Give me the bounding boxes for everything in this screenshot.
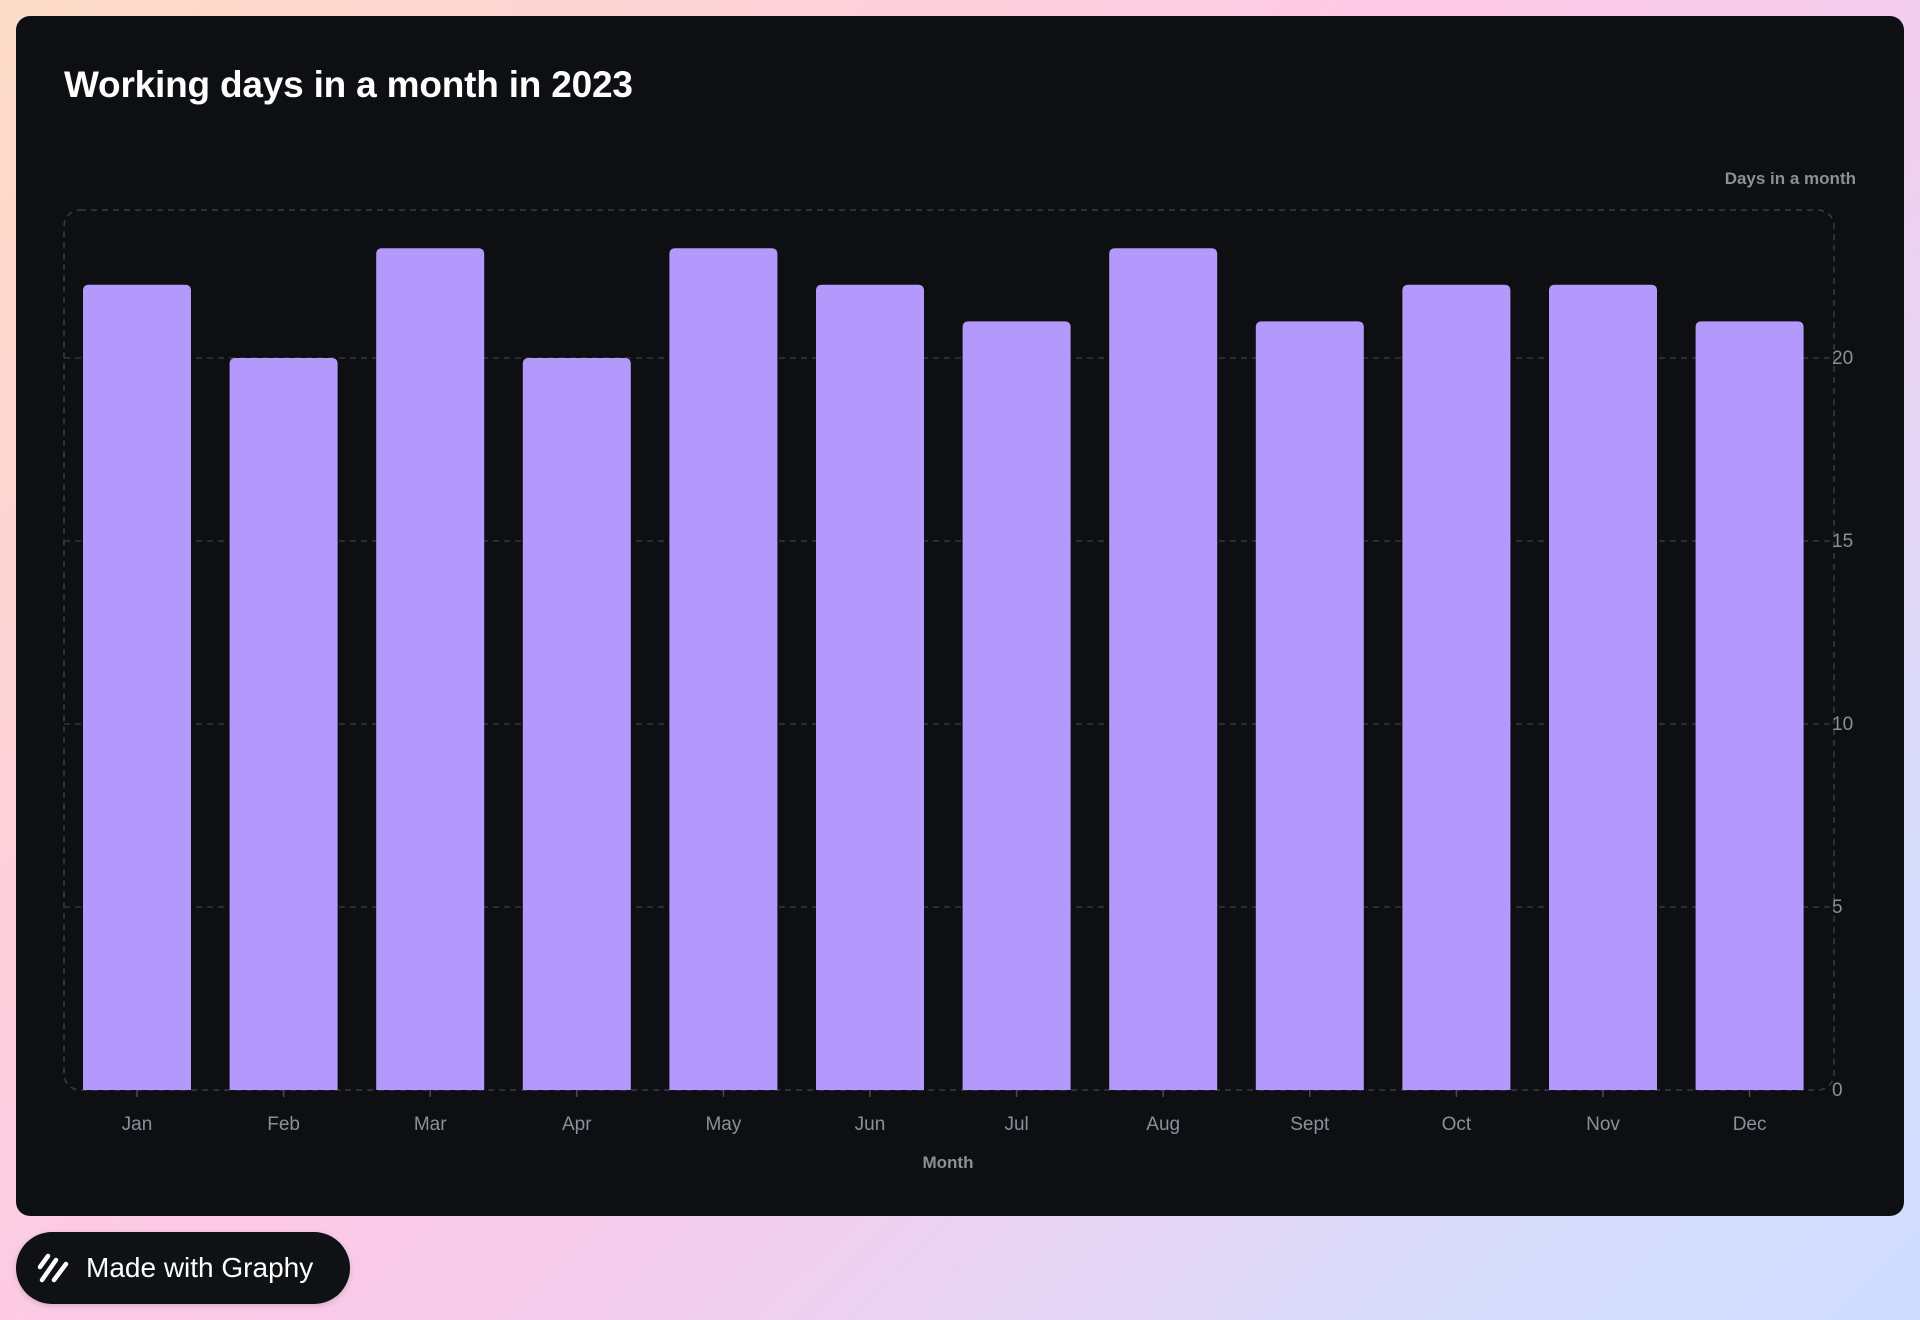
x-tick-label: Sept: [1290, 1114, 1330, 1135]
bar-oct[interactable]: [1402, 284, 1511, 1090]
y-tick-label: 5: [1832, 897, 1843, 918]
x-tick-label: Mar: [414, 1114, 447, 1135]
x-tick-label: Aug: [1146, 1114, 1180, 1135]
x-tick-label: Oct: [1442, 1114, 1472, 1135]
y-tick-label: 0: [1832, 1080, 1843, 1101]
bar-nov[interactable]: [1549, 284, 1657, 1090]
bar-chart: Jan Feb Mar Apr May Jun Jul Aug Sept Oct Nov Dec 0 5…: [63, 169, 1856, 1172]
x-tick-label: May: [705, 1114, 741, 1135]
bar-dec[interactable]: [1695, 321, 1804, 1090]
graphy-logo-icon: [37, 1253, 69, 1283]
y-tick-label: 20: [1832, 348, 1853, 369]
x-axis-label: Month: [923, 1153, 974, 1172]
x-tick-label: Nov: [1586, 1114, 1620, 1135]
bar-jul[interactable]: [962, 321, 1071, 1090]
bar-jan[interactable]: [83, 284, 191, 1090]
x-axis-ticks: Jan Feb Mar Apr May Jun Jul Aug Sept Oct Nov Dec: [122, 1090, 1767, 1135]
y-axis-label: Days in a month: [1725, 169, 1856, 188]
bar-may[interactable]: [669, 248, 778, 1090]
badge-label: Made with Graphy: [86, 1252, 314, 1283]
bar-jun[interactable]: [816, 284, 924, 1090]
bar-apr[interactable]: [522, 358, 631, 1090]
x-tick-label: Jul: [1004, 1114, 1028, 1135]
x-tick-label: Dec: [1733, 1114, 1767, 1135]
x-tick-label: Apr: [562, 1114, 592, 1135]
y-tick-label: 15: [1832, 531, 1853, 552]
bar-feb[interactable]: [229, 358, 338, 1090]
y-axis-ticks: 0 5 10 15 20: [1832, 348, 1853, 1101]
bar-aug[interactable]: [1109, 248, 1218, 1090]
y-tick-label: 10: [1832, 714, 1853, 735]
bars: [83, 248, 1804, 1090]
x-tick-label: Jan: [122, 1114, 153, 1135]
made-with-graphy-badge[interactable]: Made with Graphy: [16, 1232, 350, 1304]
x-tick-label: Feb: [267, 1114, 300, 1135]
bar-sept[interactable]: [1255, 321, 1364, 1090]
bar-mar[interactable]: [376, 248, 485, 1090]
x-tick-label: Jun: [855, 1114, 886, 1135]
chart-card: Working days in a month in 2023 Jan Feb Ma…: [16, 16, 1904, 1216]
